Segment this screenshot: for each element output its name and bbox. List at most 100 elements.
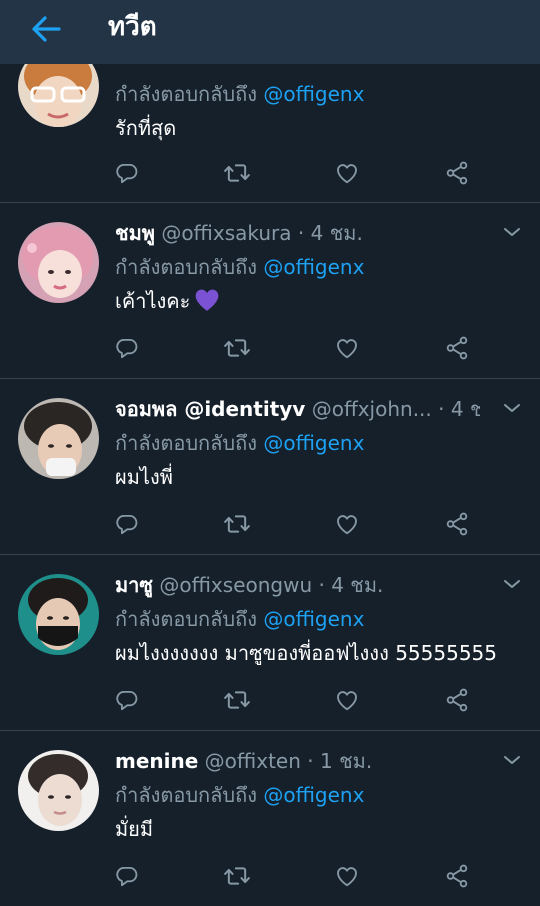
tweet-text: มั่ยมี [115,817,154,841]
reply-prefix: กำลังตอบกลับถึง [115,255,257,279]
retweet-icon [223,334,251,362]
reply-icon [114,863,140,889]
share-button[interactable] [442,333,472,363]
share-icon [444,160,470,186]
user-handle[interactable]: @offixsakura [161,221,291,245]
page-title: ทวีต [108,12,157,42]
user-handle[interactable]: @offixseongwu [159,573,312,597]
tweet-header: มาซู @offixseongwu · 4 ชม. [115,571,480,599]
reply-icon [114,511,140,537]
tweet-reply-2[interactable]: ชมพู @offixsakura · 4 ชม. กำลังตอบกลับถึ… [0,203,540,379]
reply-prefix: กำลังตอบกลับถึง [115,783,257,807]
timestamp[interactable]: 1 ชม. [320,749,372,773]
avatar[interactable] [18,222,99,303]
timestamp[interactable]: 4 ชม. [451,397,480,421]
tweet-reply-3[interactable]: จอมพล @identityv @offxjohn... · 4 ชม. กำ… [0,379,540,555]
like-button[interactable] [332,158,362,188]
reply-context: กำลังตอบกลับถึง @offigenx [115,80,364,108]
retweet-icon [223,510,251,538]
like-icon [334,511,360,537]
tweet-text: เค้าไงคะ [115,289,191,313]
reply-icon [114,687,140,713]
retweet-icon [223,686,251,714]
avatar[interactable] [18,398,99,479]
separator-dot: · [307,749,314,773]
chevron-down-icon[interactable] [502,577,522,591]
like-button[interactable] [332,333,362,363]
like-button[interactable] [332,861,362,891]
display-name[interactable]: จอมพล @identityv [115,397,305,421]
tweet-actions [0,158,540,188]
tweet-text: ผมไงพี่ [115,465,173,489]
reply-context: กำลังตอบกลับถึง @offigenx [115,429,364,457]
retweet-button[interactable] [222,158,252,188]
reply-context: กำลังตอบกลับถึง @offigenx [115,253,364,281]
share-icon [444,511,470,537]
tweet-reply-1[interactable]: กำลังตอบกลับถึง @offigenx รักที่สุด [0,40,540,203]
share-button[interactable] [442,685,472,715]
reply-mention-link[interactable]: @offigenx [263,607,364,631]
share-icon [444,863,470,889]
reply-button[interactable] [112,685,142,715]
tweet-reply-5[interactable]: menine @offixten · 1 ชม. กำลังตอบกลับถึง… [0,731,540,906]
chevron-down-icon[interactable] [502,225,522,239]
timestamp[interactable]: 4 ชม. [331,573,383,597]
retweet-button[interactable] [222,861,252,891]
tweet-actions [0,509,540,539]
share-button[interactable] [442,509,472,539]
avatar[interactable] [18,574,99,655]
like-icon [334,160,360,186]
reply-mention-link[interactable]: @offigenx [263,255,364,279]
retweet-icon [223,862,251,890]
display-name[interactable]: ชมพู [115,221,155,245]
reply-mention-link[interactable]: @offigenx [263,82,364,106]
chevron-down-icon[interactable] [502,753,522,767]
reply-mention-link[interactable]: @offigenx [263,431,364,455]
reply-prefix: กำลังตอบกลับถึง [115,607,257,631]
reply-button[interactable] [112,158,142,188]
tweet-reply-4[interactable]: มาซู @offixseongwu · 4 ชม. กำลังตอบกลับถ… [0,555,540,731]
chevron-down-icon[interactable] [502,401,522,415]
reply-button[interactable] [112,333,142,363]
reply-icon [114,335,140,361]
like-button[interactable] [332,685,362,715]
user-handle[interactable]: @offxjohn... [312,397,432,421]
back-button[interactable] [28,14,64,44]
reply-icon [114,160,140,186]
retweet-button[interactable] [222,333,252,363]
reply-prefix: กำลังตอบกลับถึง [115,431,257,455]
tweet-header: menine @offixten · 1 ชม. [115,747,480,775]
display-name[interactable]: มาซู [115,573,153,597]
retweet-icon [223,159,251,187]
share-icon [444,687,470,713]
reply-mention-link[interactable]: @offigenx [263,783,364,807]
display-name[interactable]: menine [115,749,198,773]
tweet-feed: กำลังตอบกลับถึง @offigenx รักที่สุด ชมพู… [0,0,540,906]
share-button[interactable] [442,158,472,188]
reply-prefix: กำลังตอบกลับถึง [115,82,257,106]
reply-context: กำลังตอบกลับถึง @offigenx [115,781,364,809]
reply-button[interactable] [112,509,142,539]
tweet-header: จอมพล @identityv @offxjohn... · 4 ชม. [115,395,480,423]
tweet-header: ชมพู @offixsakura · 4 ชม. [115,219,480,247]
like-icon [334,335,360,361]
separator-dot: · [438,397,445,421]
retweet-button[interactable] [222,509,252,539]
share-button[interactable] [442,861,472,891]
like-icon [334,687,360,713]
tweet-text: ผมไงงงงงงง มาซูของพี่ออฟไงงง 55555555 [115,641,497,665]
tweet-actions [0,685,540,715]
like-button[interactable] [332,509,362,539]
user-handle[interactable]: @offixten [205,749,301,773]
retweet-button[interactable] [222,685,252,715]
separator-dot: · [297,221,305,245]
top-app-bar: ทวีต [0,0,540,64]
tweet-actions [0,861,540,891]
tweet-text: รักที่สุด [115,116,177,140]
tweet-actions [0,333,540,363]
back-arrow-icon [32,16,61,42]
separator-dot: · [318,573,325,597]
reply-button[interactable] [112,861,142,891]
timestamp[interactable]: 4 ชม. [311,221,363,245]
avatar[interactable] [18,750,99,831]
